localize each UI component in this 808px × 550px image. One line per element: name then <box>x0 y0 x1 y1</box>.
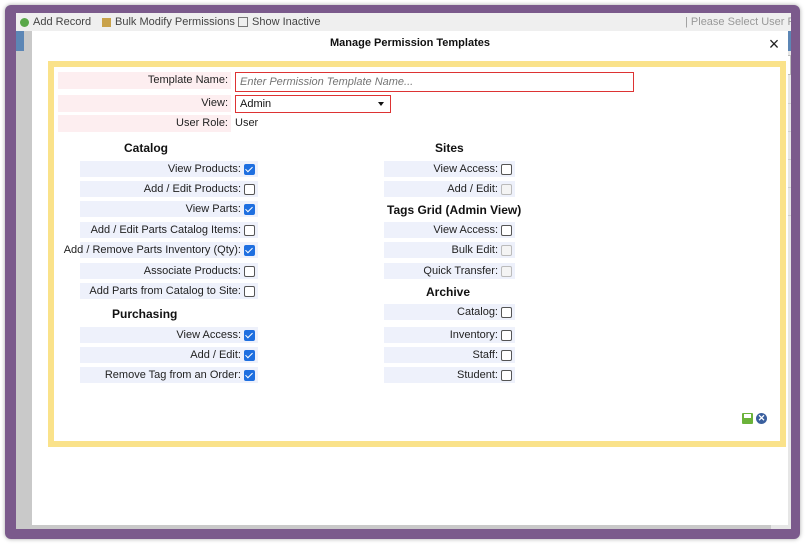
background-toolbar: Add Record Bulk Modify Permissions Show … <box>16 13 791 31</box>
permission-row-archive: Staff: <box>384 347 515 363</box>
view-select[interactable]: Admin <box>235 95 391 113</box>
cancel-icon[interactable]: ✕ <box>756 413 767 424</box>
permission-checkbox[interactable] <box>244 330 255 341</box>
permission-label: View Access: <box>176 329 241 341</box>
permission-row-catalog: Add Parts from Catalog to Site: <box>80 283 258 299</box>
permission-row-archive: Inventory: <box>384 327 515 343</box>
permission-checkbox[interactable] <box>501 225 512 236</box>
permission-checkbox[interactable] <box>244 266 255 277</box>
permission-row-catalog: Add / Remove Parts Inventory (Qty): <box>64 242 258 258</box>
close-icon[interactable]: × <box>765 35 783 53</box>
permission-checkbox <box>501 245 512 256</box>
permission-row-archive: Student: <box>384 367 515 383</box>
permission-row-purchasing: Remove Tag from an Order: <box>80 367 258 383</box>
add-record-icon <box>20 17 29 27</box>
permission-label: View Products: <box>167 163 241 175</box>
permission-label: Associate Products: <box>143 265 241 277</box>
permission-row-catalog: Add / Edit Products: <box>80 181 258 197</box>
template-name-input[interactable] <box>235 72 634 92</box>
section-title-archive: Archive <box>426 285 471 299</box>
chevron-down-icon <box>378 102 384 106</box>
permission-checkbox[interactable] <box>501 307 512 318</box>
permission-checkbox[interactable] <box>244 286 255 297</box>
permission-label: View Access: <box>433 224 498 236</box>
select-user-label: | Please Select User Re <box>685 16 791 28</box>
permission-label: Add / Edit Products: <box>143 183 241 195</box>
permission-label: View Parts: <box>185 203 241 215</box>
permission-label: Remove Tag from an Order: <box>104 369 241 381</box>
permission-row-sites: View Access: <box>384 161 515 177</box>
permission-checkbox[interactable] <box>501 330 512 341</box>
section-title-tags-grid: Tags Grid (Admin View) <box>387 203 522 217</box>
permission-label: Quick Transfer: <box>423 265 498 277</box>
permission-row-catalog: View Products: <box>80 161 258 177</box>
background-header-strip <box>16 31 24 51</box>
permission-row-purchasing: View Access: <box>80 327 258 343</box>
bulk-modify-link[interactable]: Bulk Modify Permissions <box>102 16 235 28</box>
permission-label: Add / Edit Parts Catalog Items: <box>90 224 241 236</box>
permission-row-catalog: Associate Products: <box>80 263 258 279</box>
permission-templates-dialog: Manage Permission Templates × Template N… <box>32 31 788 525</box>
permission-row-purchasing: Add / Edit: <box>80 347 258 363</box>
section-title-purchasing: Purchasing <box>112 307 178 321</box>
permission-checkbox[interactable] <box>501 350 512 361</box>
modal-frame: Add Record Bulk Modify Permissions Show … <box>5 5 800 539</box>
permission-label: Add / Edit: <box>190 349 241 361</box>
user-role-value: User <box>235 117 259 129</box>
template-name-label: Template Name: <box>58 72 231 89</box>
permission-label: View Access: <box>433 163 498 175</box>
permission-checkbox[interactable] <box>244 225 255 236</box>
add-record-link[interactable]: Add Record <box>20 16 91 28</box>
permission-checkbox <box>501 266 512 277</box>
permissions-panel: Template Name: View: Admin User Role: Us… <box>48 61 786 447</box>
permission-label: Add Parts from Catalog to Site: <box>89 285 241 297</box>
permission-label: Catalog: <box>457 306 498 318</box>
show-inactive-toggle[interactable]: Show Inactive <box>238 16 320 28</box>
permission-label: Add / Remove Parts Inventory (Qty): <box>63 244 241 256</box>
permission-checkbox[interactable] <box>244 204 255 215</box>
permission-row-archive: Catalog: <box>384 304 515 320</box>
permission-row-sites: Add / Edit: <box>384 181 515 197</box>
permission-row-tags-grid: View Access: <box>384 222 515 238</box>
permission-label: Inventory: <box>449 329 498 341</box>
view-label: View: <box>58 95 231 112</box>
permission-row-catalog: View Parts: <box>80 201 258 217</box>
permission-label: Bulk Edit: <box>451 244 498 256</box>
permission-label: Staff: <box>472 349 498 361</box>
permission-checkbox <box>501 184 512 195</box>
view-select-value: Admin <box>240 98 272 110</box>
show-inactive-checkbox[interactable] <box>238 17 248 28</box>
dialog-title: Manage Permission Templates <box>330 37 490 49</box>
permission-label: Add / Edit: <box>447 183 498 195</box>
permission-checkbox[interactable] <box>244 184 255 195</box>
permission-checkbox[interactable] <box>244 245 255 256</box>
permission-checkbox[interactable] <box>244 164 255 175</box>
permission-checkbox[interactable] <box>244 350 255 361</box>
section-title-catalog: Catalog <box>124 141 169 155</box>
permission-checkbox[interactable] <box>244 370 255 381</box>
section-title-sites: Sites <box>435 141 464 155</box>
save-icon[interactable] <box>742 413 753 424</box>
bulk-modify-icon <box>102 17 111 27</box>
permission-label: Student: <box>457 369 498 381</box>
permission-row-tags-grid: Quick Transfer: <box>384 263 515 279</box>
permission-checkbox[interactable] <box>501 164 512 175</box>
user-role-label: User Role: <box>58 115 231 132</box>
permission-row-catalog: Add / Edit Parts Catalog Items: <box>80 222 258 238</box>
permission-checkbox[interactable] <box>501 370 512 381</box>
background-app: Add Record Bulk Modify Permissions Show … <box>16 13 791 529</box>
permission-row-tags-grid: Bulk Edit: <box>384 242 515 258</box>
